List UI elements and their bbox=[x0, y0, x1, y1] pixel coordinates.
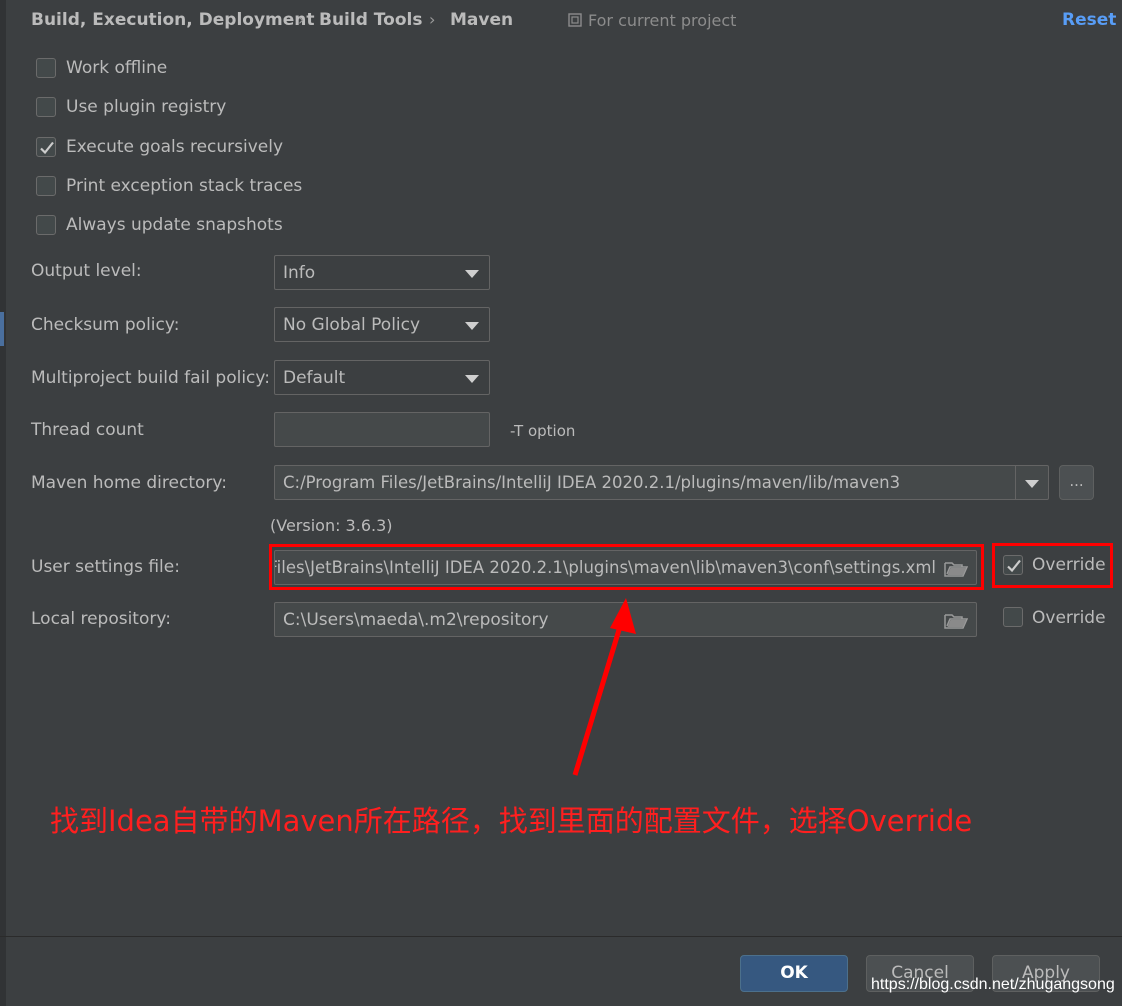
local-repo-value: C:\Users\maeda\.m2\repository bbox=[283, 610, 549, 630]
breadcrumb-maven: Maven bbox=[450, 10, 514, 30]
thread-count-note: -T option bbox=[510, 422, 576, 440]
execute-goals-recursively-label: Execute goals recursively bbox=[66, 137, 284, 157]
maven-home-value: C:/Program Files/JetBrains/IntelliJ IDEA… bbox=[283, 473, 901, 492]
local-repo-override-label: Override bbox=[1032, 608, 1106, 628]
output-level-value: Info bbox=[283, 263, 316, 283]
dropdown-arrow-icon bbox=[465, 375, 479, 383]
maven-home-combobox[interactable]: C:/Program Files/JetBrains/IntelliJ IDEA… bbox=[274, 465, 1049, 500]
maven-home-label: Maven home directory: bbox=[31, 473, 227, 493]
checksum-policy-dropdown[interactable]: No Global Policy bbox=[274, 307, 490, 342]
user-settings-label: User settings file: bbox=[31, 557, 180, 577]
combo-divider bbox=[1015, 466, 1016, 499]
checksum-policy-value: No Global Policy bbox=[283, 315, 421, 335]
breadcrumb-separator: › bbox=[429, 10, 436, 29]
project-scope-icon bbox=[568, 13, 582, 27]
fail-policy-dropdown[interactable]: Default bbox=[274, 360, 490, 395]
annotation-arrow-icon bbox=[572, 598, 636, 776]
checkmark-icon bbox=[40, 141, 54, 155]
fail-policy-value: Default bbox=[283, 368, 346, 388]
reset-link[interactable]: Reset bbox=[1062, 10, 1116, 30]
always-update-snapshots-checkbox[interactable] bbox=[36, 215, 56, 235]
print-exception-stack-traces-label: Print exception stack traces bbox=[66, 176, 303, 196]
settings-tree-edge bbox=[0, 0, 6, 1006]
dropdown-arrow-icon bbox=[465, 270, 479, 278]
local-repo-override-checkbox[interactable] bbox=[1003, 607, 1023, 627]
user-settings-override-label: Override bbox=[1032, 555, 1106, 575]
folder-open-icon[interactable] bbox=[944, 560, 968, 578]
breadcrumb-build-execution-deployment[interactable]: Build, Execution, Deployment bbox=[31, 10, 315, 30]
breadcrumb-build-tools[interactable]: Build Tools bbox=[319, 10, 422, 30]
user-settings-value: C:\Program Files\JetBrains\IntelliJ IDEA… bbox=[274, 558, 936, 577]
checkmark-icon bbox=[1007, 559, 1021, 573]
execute-goals-recursively-checkbox[interactable] bbox=[36, 137, 56, 157]
folder-open-icon[interactable] bbox=[944, 612, 968, 630]
dropdown-arrow-icon bbox=[465, 322, 479, 330]
dropdown-arrow-icon[interactable] bbox=[1025, 480, 1039, 488]
footer-divider bbox=[0, 936, 1122, 937]
output-level-label: Output level: bbox=[31, 261, 142, 281]
always-update-snapshots-label: Always update snapshots bbox=[66, 215, 283, 235]
fail-policy-label: Multiproject build fail policy: bbox=[31, 368, 270, 388]
use-plugin-registry-label: Use plugin registry bbox=[66, 97, 227, 117]
user-settings-override-checkbox[interactable] bbox=[1003, 555, 1023, 575]
scope-label: For current project bbox=[588, 11, 737, 30]
checksum-policy-label: Checksum policy: bbox=[31, 315, 180, 335]
print-exception-stack-traces-checkbox[interactable] bbox=[36, 176, 56, 196]
local-repo-label: Local repository: bbox=[31, 609, 171, 629]
use-plugin-registry-checkbox[interactable] bbox=[36, 97, 56, 117]
user-settings-input[interactable]: C:\Program Files\JetBrains\IntelliJ IDEA… bbox=[274, 550, 977, 585]
thread-count-input[interactable] bbox=[274, 412, 490, 447]
annotation-text: 找到Idea自带的Maven所在路径，找到里面的配置文件，选择Override bbox=[50, 804, 973, 838]
work-offline-checkbox[interactable] bbox=[36, 58, 56, 78]
output-level-dropdown[interactable]: Info bbox=[274, 255, 490, 290]
watermark-text: https://blog.csdn.net/zhugangsong bbox=[871, 976, 1115, 993]
breadcrumb-separator: › bbox=[298, 10, 305, 29]
thread-count-label: Thread count bbox=[31, 420, 144, 440]
selected-tree-marker bbox=[0, 312, 4, 346]
work-offline-label: Work offline bbox=[66, 58, 168, 78]
browse-maven-home-button[interactable]: ... bbox=[1059, 465, 1094, 500]
ok-button[interactable]: OK bbox=[740, 955, 848, 992]
maven-version-label: (Version: 3.6.3) bbox=[270, 516, 393, 535]
